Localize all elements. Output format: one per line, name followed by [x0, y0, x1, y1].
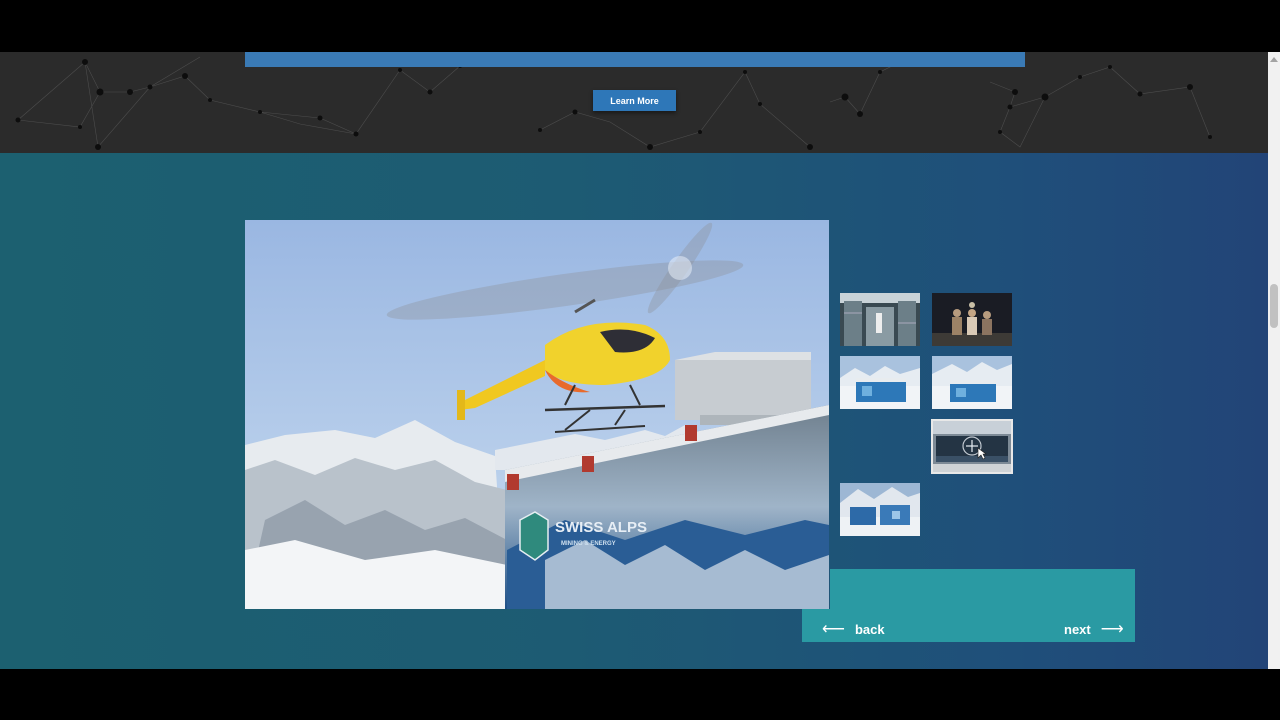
next-button[interactable]: next ⟶	[1064, 620, 1124, 638]
thumbnail-server-racks	[840, 293, 920, 346]
gallery-thumbnail[interactable]	[840, 356, 920, 409]
network-background-band: Learn More	[0, 52, 1268, 153]
thumbnail-night-people	[932, 293, 1012, 346]
gallery-thumbnail[interactable]	[932, 293, 1012, 346]
gallery-nav-panel: ⟵ back next ⟶	[802, 569, 1135, 642]
back-label: back	[854, 621, 885, 637]
next-label: next	[1064, 621, 1091, 637]
back-button[interactable]: ⟵ back	[822, 620, 885, 638]
gallery-main-image[interactable]: SWISS ALPS MINING & ENERGY	[245, 220, 829, 609]
banner-tagline-text: MINING & ENERGY	[561, 541, 616, 547]
gallery-thumbnail[interactable]	[932, 356, 1012, 409]
thumbnail-truck	[932, 420, 1012, 473]
gallery-thumbnail-active[interactable]	[931, 419, 1013, 474]
letterbox-bottom	[0, 669, 1280, 720]
banner-brand-text: SWISS ALPS	[555, 519, 647, 536]
learn-more-button[interactable]: Learn More	[593, 90, 676, 111]
page-viewport: Learn More SWISS ALPS MINING & ENERGY ⟵ …	[0, 52, 1268, 669]
thumbnail-mountain-containers	[840, 483, 920, 536]
helicopter-photo: SWISS ALPS MINING & ENERGY	[245, 220, 829, 609]
gallery-thumbnail[interactable]	[840, 483, 920, 536]
thumbnail-container-snow	[932, 356, 1012, 409]
letterbox-top	[0, 0, 1280, 52]
gallery-thumbnail[interactable]	[840, 293, 920, 346]
nav-panel-top	[830, 569, 1135, 609]
blue-content-strip	[245, 52, 1025, 67]
arrow-right-icon: ⟶	[1100, 621, 1124, 638]
thumbnail-container-snow	[840, 356, 920, 409]
scroll-up-arrow-icon[interactable]	[1268, 54, 1280, 64]
gallery-section: SWISS ALPS MINING & ENERGY ⟵ back next ⟶	[0, 153, 1268, 669]
arrow-left-icon: ⟵	[822, 621, 845, 638]
scroll-thumb[interactable]	[1270, 284, 1278, 328]
vertical-scrollbar[interactable]	[1268, 52, 1280, 669]
